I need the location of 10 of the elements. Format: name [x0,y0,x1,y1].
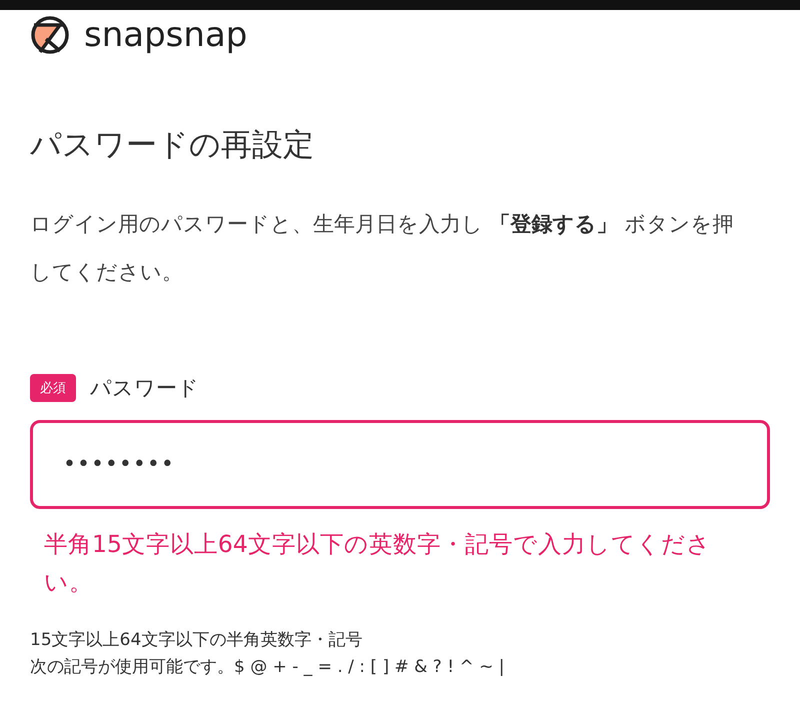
page-title: パスワードの再設定 [30,126,315,165]
hint-text: 15文字以上64文字以下の半角英数字・記号 [30,629,364,652]
password-field[interactable]: •••••••• [30,420,770,509]
field-label: パスワード [90,375,199,402]
logo-text: snapsnap [84,18,248,52]
description: ログイン用のパスワードと、生年月日を入力し 「登録する」 ボタンを押してください。 [30,211,734,286]
hint-text: 次の記号が使用可能です。$ @ + - _ = . / : [ ] # & ? ! ^ ~ | [30,656,506,679]
logo-icon [30,15,70,55]
required-badge: 必須 [30,374,76,402]
error-message: 半角15文字以上64文字以下の英数字・記号で入力してください。 [44,529,712,598]
